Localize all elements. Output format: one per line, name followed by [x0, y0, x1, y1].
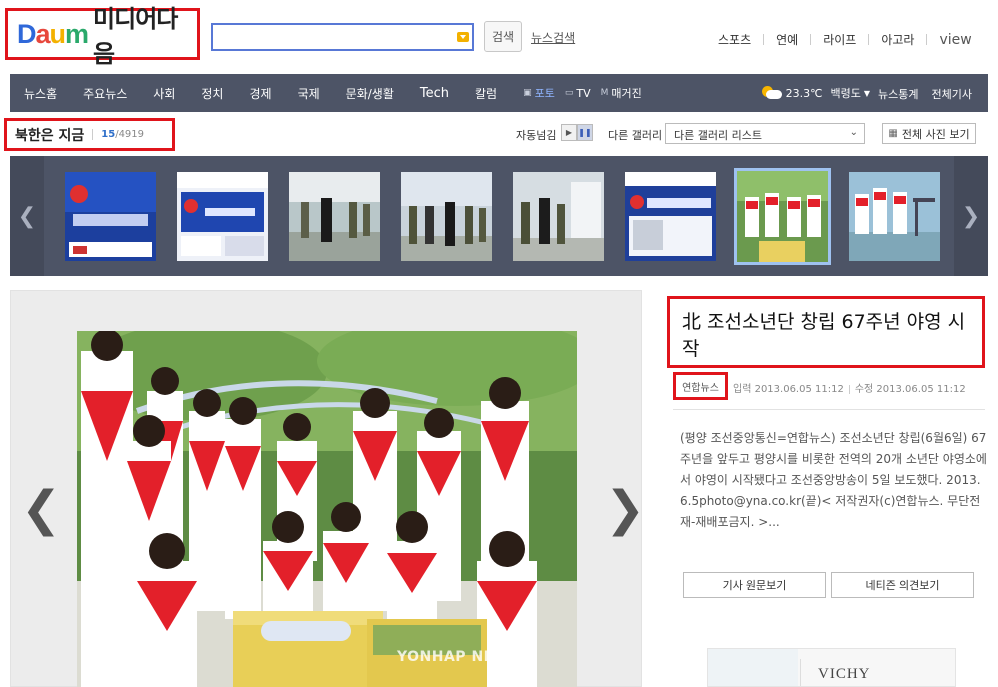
nav-economy[interactable]: 경제: [249, 85, 271, 102]
thumb-children-boat[interactable]: [849, 172, 940, 261]
article-title-box: 北 조선소년단 창립 67주년 야영 시작: [667, 296, 985, 368]
article-source-box: 연합뉴스: [673, 372, 728, 400]
divider: [810, 34, 812, 45]
camera-icon: ▣: [523, 88, 532, 98]
top-link-sports[interactable]: 스포츠: [718, 31, 751, 48]
top-link-agora[interactable]: 아고라: [881, 31, 914, 48]
divider: [673, 409, 985, 410]
top-link-view[interactable]: view: [939, 32, 971, 48]
nav-international[interactable]: 국제: [298, 85, 320, 102]
gallery-count: 15/4919: [92, 129, 144, 140]
thumb-leader-visit-2[interactable]: [401, 172, 492, 261]
article-input-date: 입력 2013.06.05 11:12: [733, 384, 844, 395]
gallery-title: 북한은 지금: [15, 127, 85, 144]
main-photo-panel: YONHAP NEWS ❮ ❯: [10, 290, 645, 687]
magazine-icon: M: [600, 88, 609, 98]
nav-news-stats[interactable]: 뉴스통계: [878, 86, 918, 102]
nav-culture[interactable]: 문화/생활: [346, 85, 394, 102]
pause-icon[interactable]: ❚❚: [577, 124, 593, 141]
weather-temp: 23.3℃: [785, 86, 823, 100]
chevron-left-icon[interactable]: ❮: [10, 156, 44, 276]
chevron-right-icon[interactable]: ❯: [954, 156, 988, 276]
partly-cloudy-icon: [761, 86, 782, 100]
nav-column[interactable]: 칼럼: [475, 85, 497, 102]
chevron-down-icon: ▼: [863, 88, 870, 98]
nav-news-home[interactable]: 뉴스홈: [24, 85, 57, 102]
nav-magazine[interactable]: M 매거진: [601, 85, 642, 101]
ad-banner[interactable]: VICHY: [707, 648, 956, 687]
view-original-article-button[interactable]: 기사 원문보기: [683, 572, 826, 598]
thumb-leader-visit-3[interactable]: [513, 172, 604, 261]
nav-top-news[interactable]: 주요뉴스: [83, 85, 127, 102]
view-comments-button[interactable]: 네티즌 의견보기: [831, 572, 974, 598]
nav-society[interactable]: 사회: [153, 85, 175, 102]
nav-photo[interactable]: ▣ 포토: [523, 85, 555, 101]
weather-location: 백령도: [830, 87, 861, 100]
daum-logo-text: Daum: [17, 18, 89, 49]
article-body: (평양 조선중앙통신=연합뉴스) 조선소년단 창립(6월6일) 67주년을 앞두…: [680, 431, 987, 529]
divider: [763, 34, 765, 45]
ad-brand: VICHY: [818, 666, 871, 682]
article-meta: 입력 2013.06.05 11:12 수정 2013.06.05 11:12: [733, 380, 966, 395]
search-input[interactable]: [213, 25, 472, 49]
chevron-left-icon[interactable]: ❮: [21, 481, 61, 537]
article-edit-date: 수정 2013.06.05 11:12: [854, 384, 966, 395]
article-source[interactable]: 연합뉴스: [682, 379, 719, 394]
thumb-children-camp[interactable]: [734, 168, 831, 265]
divider: [868, 34, 870, 45]
chevron-right-icon[interactable]: ❯: [605, 481, 645, 537]
top-link-entertainment[interactable]: 연예: [776, 31, 798, 48]
tv-icon: ▭: [564, 88, 574, 98]
grid-icon: ▦: [888, 128, 898, 139]
nav-all-articles[interactable]: 전체기사: [932, 86, 972, 102]
thumb-kctv-screen[interactable]: [65, 172, 156, 261]
search-dropdown-icon[interactable]: [457, 32, 469, 42]
nav-right-links: 뉴스통계 전체기사: [878, 86, 972, 102]
nav-politics[interactable]: 정치: [201, 85, 223, 102]
article-title: 北 조선소년단 창립 67주년 야영 시작: [682, 311, 966, 360]
search-box: [211, 23, 474, 51]
search-button[interactable]: 검색: [484, 21, 522, 52]
other-gallery-select[interactable]: 다른 갤러리 리스트 ⌄: [665, 123, 865, 144]
gallery-title-box: 북한은 지금 15/4919: [4, 118, 175, 151]
news-search-link[interactable]: 뉴스검색: [531, 29, 575, 46]
thumb-leader-visit-1[interactable]: [289, 172, 380, 261]
nav-tech[interactable]: Tech: [420, 86, 449, 101]
other-gallery-label: 다른 갤러리: [608, 129, 663, 142]
main-photo: YONHAP NEWS: [77, 331, 577, 687]
top-link-life[interactable]: 라이프: [823, 31, 856, 48]
all-photos-button[interactable]: ▦ 전체 사진 보기: [882, 123, 976, 144]
weather-widget[interactable]: 23.3℃ 백령도 ▼: [761, 85, 870, 101]
thumbnail-strip: ❮ ❯: [10, 156, 988, 276]
thumb-kctv-website[interactable]: [177, 172, 268, 261]
play-icon[interactable]: ▶: [561, 124, 577, 141]
divider: [926, 34, 928, 45]
divider: [848, 384, 850, 394]
top-links: 스포츠 연예 라이프 아고라 view: [718, 31, 972, 48]
media-daum-logo-text: 미디어다음: [93, 5, 178, 68]
nav-tv[interactable]: ▭ TV: [565, 87, 591, 100]
auto-slide-controls: ▶ ❚❚: [561, 124, 593, 141]
main-nav-bar: 뉴스홈 주요뉴스 사회 정치 경제 국제 문화/생활 Tech 칼럼 ▣ 포토 ▭…: [10, 74, 988, 112]
daum-media-logo[interactable]: Daum 미디어다음: [5, 5, 200, 68]
auto-slide-label: 자동넘김: [516, 129, 557, 142]
photo-watermark: YONHAP NEWS: [397, 649, 521, 665]
thumb-leader-visit-4[interactable]: [625, 172, 716, 261]
chevron-down-icon: ⌄: [849, 127, 858, 138]
